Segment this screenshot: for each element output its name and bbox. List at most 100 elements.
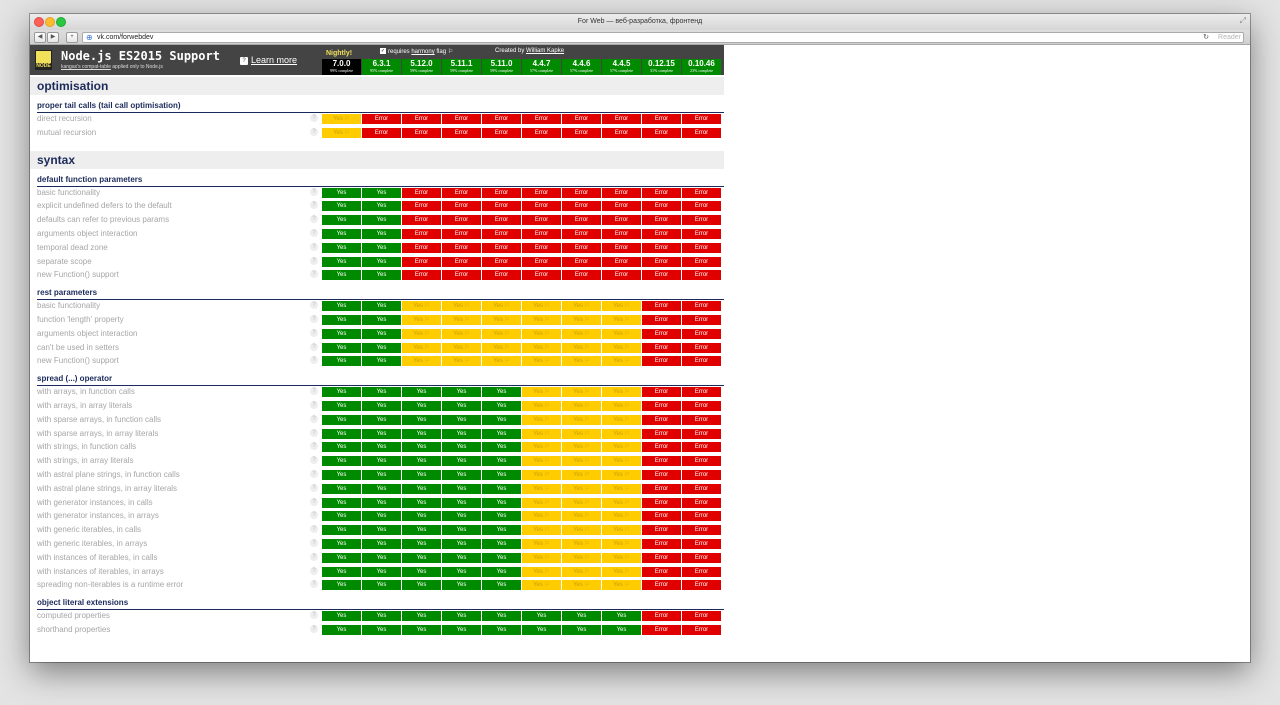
help-icon[interactable]: ?	[310, 470, 318, 478]
result-yes[interactable]: Yes	[442, 401, 481, 411]
help-icon[interactable]: ?	[310, 387, 318, 396]
result-error[interactable]: Error	[682, 387, 721, 398]
result-flagged[interactable]: Yes ⚐	[522, 511, 561, 522]
result-error[interactable]: Error	[602, 270, 641, 281]
result-yes[interactable]: Yes	[442, 428, 481, 439]
help-icon[interactable]: ?	[310, 114, 318, 122]
result-error[interactable]: Error	[562, 127, 601, 138]
harmony-flag-toggle[interactable]: ✓ requires harmony flag ⚐	[380, 48, 453, 55]
result-yes[interactable]: Yes	[362, 625, 401, 635]
help-icon[interactable]: ?	[310, 456, 318, 465]
help-icon[interactable]: ?	[310, 539, 318, 547]
result-yes[interactable]: Yes	[442, 580, 481, 591]
result-error[interactable]: Error	[442, 127, 481, 138]
result-flagged[interactable]: Yes ⚐	[602, 301, 641, 312]
result-error[interactable]: Error	[682, 201, 721, 212]
result-yes[interactable]: Yes	[402, 414, 441, 425]
result-yes[interactable]: Yes	[362, 229, 401, 239]
result-flagged[interactable]: Yes ⚐	[522, 566, 561, 577]
result-yes[interactable]: Yes	[402, 566, 441, 577]
result-yes[interactable]: Yes	[442, 611, 481, 622]
result-yes[interactable]: Yes	[482, 580, 521, 591]
result-yes[interactable]: Yes	[362, 201, 401, 212]
result-error[interactable]: Error	[682, 315, 721, 325]
result-error[interactable]: Error	[682, 270, 721, 281]
result-error[interactable]: Error	[602, 187, 641, 198]
result-error[interactable]: Error	[562, 215, 601, 226]
result-error[interactable]: Error	[642, 566, 681, 577]
result-flagged[interactable]: Yes ⚐	[602, 511, 641, 522]
result-error[interactable]: Error	[682, 356, 721, 367]
result-yes[interactable]: Yes	[442, 525, 481, 536]
result-error[interactable]: Error	[362, 114, 401, 124]
result-yes[interactable]: Yes	[522, 625, 561, 635]
result-yes[interactable]: Yes	[402, 625, 441, 635]
result-flagged[interactable]: Yes ⚐	[482, 328, 521, 339]
result-flagged[interactable]: Yes ⚐	[402, 342, 441, 353]
result-flagged[interactable]: Yes ⚐	[562, 401, 601, 411]
result-flagged[interactable]: Yes ⚐	[522, 387, 561, 398]
result-flagged[interactable]: Yes ⚐	[602, 580, 641, 591]
result-error[interactable]: Error	[642, 342, 681, 353]
result-yes[interactable]: Yes	[442, 483, 481, 494]
result-flagged[interactable]: Yes ⚐	[522, 525, 561, 536]
help-icon[interactable]: ?	[310, 580, 318, 589]
result-yes[interactable]: Yes	[482, 387, 521, 398]
result-yes[interactable]: Yes	[362, 242, 401, 253]
result-yes[interactable]: Yes	[322, 242, 361, 253]
result-flagged[interactable]: Yes ⚐	[522, 401, 561, 411]
result-flagged[interactable]: Yes ⚐	[602, 497, 641, 508]
result-error[interactable]: Error	[682, 342, 721, 353]
result-error[interactable]: Error	[642, 387, 681, 398]
result-flagged[interactable]: Yes ⚐	[602, 552, 641, 563]
result-yes[interactable]: Yes	[322, 625, 361, 635]
result-error[interactable]: Error	[602, 127, 641, 138]
result-error[interactable]: Error	[522, 256, 561, 267]
result-error[interactable]: Error	[442, 256, 481, 267]
result-error[interactable]: Error	[642, 229, 681, 239]
help-icon[interactable]: ?	[310, 315, 318, 323]
result-error[interactable]: Error	[642, 428, 681, 439]
back-button[interactable]: ◀	[34, 32, 46, 43]
result-error[interactable]: Error	[642, 539, 681, 549]
result-error[interactable]: Error	[642, 470, 681, 480]
result-yes[interactable]: Yes	[362, 525, 401, 536]
result-flagged[interactable]: Yes ⚐	[602, 356, 641, 367]
result-error[interactable]: Error	[402, 270, 441, 281]
result-error[interactable]: Error	[642, 483, 681, 494]
result-yes[interactable]: Yes	[322, 611, 361, 622]
result-yes[interactable]: Yes	[562, 625, 601, 635]
author-link[interactable]: William Kapke	[526, 48, 564, 54]
result-error[interactable]: Error	[642, 215, 681, 226]
result-flagged[interactable]: Yes ⚐	[562, 442, 601, 453]
result-yes[interactable]: Yes	[322, 539, 361, 549]
result-flagged[interactable]: Yes ⚐	[562, 356, 601, 367]
result-error[interactable]: Error	[402, 256, 441, 267]
result-error[interactable]: Error	[522, 215, 561, 226]
result-yes[interactable]: Yes	[402, 456, 441, 467]
compat-table-link[interactable]: kangax's compat-table	[61, 64, 111, 70]
result-flagged[interactable]: Yes ⚐	[522, 328, 561, 339]
result-error[interactable]: Error	[682, 215, 721, 226]
result-yes[interactable]: Yes	[362, 356, 401, 367]
help-icon[interactable]: ?	[310, 270, 318, 279]
result-yes[interactable]: Yes	[362, 483, 401, 494]
result-yes[interactable]: Yes	[362, 539, 401, 549]
result-flagged[interactable]: Yes ⚐	[442, 342, 481, 353]
result-error[interactable]: Error	[402, 215, 441, 226]
result-error[interactable]: Error	[402, 201, 441, 212]
result-error[interactable]: Error	[682, 580, 721, 591]
result-yes[interactable]: Yes	[442, 566, 481, 577]
result-flagged[interactable]: Yes ⚐	[602, 328, 641, 339]
result-error[interactable]: Error	[682, 456, 721, 467]
result-yes[interactable]: Yes	[322, 187, 361, 198]
result-flagged[interactable]: Yes ⚐	[522, 342, 561, 353]
result-yes[interactable]: Yes	[402, 552, 441, 563]
result-yes[interactable]: Yes	[362, 470, 401, 480]
result-error[interactable]: Error	[442, 114, 481, 124]
reload-icon[interactable]: ↻	[1203, 33, 1209, 42]
result-flagged[interactable]: Yes ⚐	[562, 315, 601, 325]
result-yes[interactable]: Yes	[362, 456, 401, 467]
result-error[interactable]: Error	[402, 127, 441, 138]
result-flagged[interactable]: Yes ⚐	[562, 387, 601, 398]
